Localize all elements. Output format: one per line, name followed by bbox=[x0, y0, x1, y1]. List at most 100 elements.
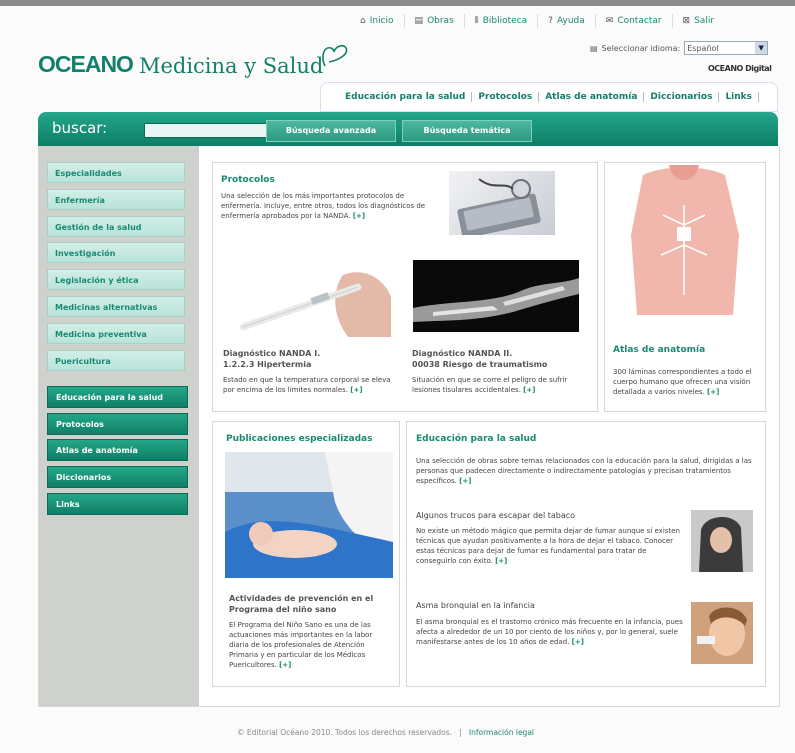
nanda1-heading: Diagnóstico NANDA I. bbox=[223, 349, 321, 358]
link-contactar[interactable]: ✉ Contactar bbox=[594, 14, 672, 28]
link-label: Salir bbox=[694, 16, 715, 26]
sidebar-item-gestion[interactable]: Gestión de la salud bbox=[47, 215, 185, 237]
language-label: Seleccionar idioma: bbox=[601, 43, 681, 53]
language-selector: ▤ Seleccionar idioma: Español ▼ bbox=[590, 41, 769, 55]
educacion-title[interactable]: Educación para la salud bbox=[416, 434, 536, 444]
nav-protocolos[interactable]: Protocolos bbox=[472, 92, 540, 102]
home-icon: ⌂ bbox=[360, 16, 366, 26]
help-icon: ? bbox=[548, 16, 553, 26]
nanda2-text: Situación en que se corre el peligro de … bbox=[412, 375, 587, 395]
search-bar: buscar: ⚲ Búsqueda avanzada Búsqueda tem… bbox=[38, 112, 778, 146]
thematic-search-button[interactable]: Búsqueda temática bbox=[402, 120, 532, 142]
logo-brand: OCEANO bbox=[38, 51, 134, 77]
link-label: Inicio bbox=[369, 16, 394, 26]
atlas-panel: Atlas de anatomía 300 láminas correspond… bbox=[604, 162, 766, 412]
more-link[interactable]: [+] bbox=[459, 477, 471, 485]
publicaciones-panel: Publicaciones especializadas Actividades… bbox=[212, 421, 400, 687]
anatomy-photo bbox=[613, 165, 755, 327]
more-link[interactable]: [+] bbox=[707, 388, 719, 396]
nav-diccionarios[interactable]: Diccionarios bbox=[644, 92, 720, 102]
atlas-title[interactable]: Atlas de anatomía bbox=[613, 345, 705, 355]
sidebar-section-educacion[interactable]: Educación para la salud bbox=[47, 386, 188, 408]
link-label: Ayuda bbox=[556, 16, 585, 26]
heart-icon bbox=[322, 44, 348, 67]
link-salir[interactable]: ⊠ Salir bbox=[671, 14, 724, 28]
link-inicio[interactable]: ⌂ Inicio bbox=[350, 14, 404, 28]
asma-desc: El asma bronquial es el trastorno crónic… bbox=[416, 618, 683, 646]
sidebar-section-diccionarios[interactable]: Diccionarios bbox=[47, 466, 188, 489]
anatomy-image bbox=[631, 165, 739, 315]
language-value: Español bbox=[687, 43, 719, 53]
more-link[interactable]: [+] bbox=[279, 661, 291, 669]
tabaco-title[interactable]: Algunos trucos para escapar del tabaco bbox=[416, 510, 676, 521]
chevron-down-icon: ▼ bbox=[755, 42, 768, 54]
link-biblioteca[interactable]: ⦀ Biblioteca bbox=[463, 14, 537, 28]
sidebar-item-enfermeria[interactable]: Enfermería bbox=[47, 188, 185, 210]
sidebar-item-medicina-preventiva[interactable]: Medicina preventiva bbox=[47, 322, 185, 344]
asma-text: El asma bronquial es el trastorno crónic… bbox=[416, 617, 684, 647]
more-link[interactable]: [+] bbox=[523, 386, 535, 394]
protocolos-text: Una selección de los más importantes pro… bbox=[221, 191, 431, 221]
library-icon: ⦀ bbox=[474, 16, 479, 26]
link-label: Biblioteca bbox=[482, 16, 528, 26]
advanced-search-button[interactable]: Búsqueda avanzada bbox=[266, 120, 396, 142]
more-link[interactable]: [+] bbox=[350, 386, 362, 394]
sidebar-item-puericultura[interactable]: Puericultura bbox=[47, 349, 185, 371]
protocolos-title[interactable]: Protocolos bbox=[221, 175, 275, 185]
specialties-list: Especialidades Enfermería Gestión de la … bbox=[47, 162, 185, 376]
educacion-panel: Educación para la salud Una selección de… bbox=[406, 421, 766, 687]
site-logo[interactable]: OCEANO Medicina y Salud bbox=[38, 40, 349, 78]
nanda1-text: Estado en que la temperatura corporal se… bbox=[223, 375, 393, 395]
xray-image bbox=[413, 278, 579, 322]
secondary-nav: Educación para la salud Protocolos Atlas… bbox=[320, 82, 778, 112]
atlas-text: 300 láminas correspondientes a todo el c… bbox=[613, 367, 761, 397]
legal-link[interactable]: Información legal bbox=[469, 728, 534, 737]
tabaco-text: No existe un método mágico que permita d… bbox=[416, 526, 684, 566]
sidebar-section-atlas[interactable]: Atlas de anatomía bbox=[47, 439, 188, 462]
exit-icon: ⊠ bbox=[682, 16, 691, 26]
nanda1-title[interactable]: Diagnóstico NANDA I. 1.2.2.3 Hipertermia bbox=[223, 348, 393, 370]
footer-separator: | bbox=[459, 728, 462, 737]
nanda2-desc: Situación en que se corre el peligro de … bbox=[412, 376, 568, 394]
search-input[interactable] bbox=[144, 123, 268, 138]
child-inhaler-photo bbox=[691, 602, 753, 664]
xray-photo bbox=[413, 260, 579, 332]
footer: © Editorial Océano 2010. Todos los derec… bbox=[237, 728, 534, 737]
child-inhaler-image bbox=[691, 602, 753, 664]
baby-image bbox=[225, 452, 393, 578]
book-icon: ▤ bbox=[414, 16, 424, 26]
link-label: Obras bbox=[427, 16, 454, 26]
nanda1-desc: Estado en que la temperatura corporal se… bbox=[223, 376, 391, 394]
protocolos-panel: Protocolos Una selección de los más impo… bbox=[212, 162, 598, 412]
sections-list: Educación para la salud Protocolos Atlas… bbox=[47, 386, 188, 519]
publicaciones-desc: El Programa del Niño Sano es una de las … bbox=[229, 621, 373, 669]
publicaciones-text: El Programa del Niño Sano es una de las … bbox=[229, 620, 393, 670]
baby-photo bbox=[225, 452, 393, 578]
nav-educacion[interactable]: Educación para la salud bbox=[339, 92, 473, 102]
more-link[interactable]: [+] bbox=[495, 557, 507, 565]
link-obras[interactable]: ▤ Obras bbox=[403, 14, 464, 28]
sidebar-item-especialidades[interactable]: Especialidades bbox=[47, 162, 185, 183]
nav-atlas[interactable]: Atlas de anatomía bbox=[539, 92, 645, 102]
nanda2-title[interactable]: Diagnóstico NANDA II. 00038 Riesgo de tra… bbox=[412, 348, 587, 370]
link-ayuda[interactable]: ? Ayuda bbox=[537, 14, 595, 28]
smoker-image bbox=[691, 510, 753, 572]
nanda2-heading: Diagnóstico NANDA II. bbox=[412, 349, 513, 358]
publicaciones-title[interactable]: Publicaciones especializadas bbox=[226, 434, 372, 444]
more-link[interactable]: [+] bbox=[353, 212, 365, 220]
sidebar-item-medicinas-alternativas[interactable]: Medicinas alternativas bbox=[47, 295, 185, 317]
asma-title[interactable]: Asma bronquial en la infancia bbox=[416, 600, 676, 611]
protocolos-desc: Una selección de los más importantes pro… bbox=[221, 192, 426, 220]
more-link[interactable]: [+] bbox=[572, 638, 584, 646]
nav-links[interactable]: Links bbox=[719, 92, 760, 102]
oceano-digital-logo[interactable]: OCEANO Digital bbox=[708, 64, 772, 73]
nanda2-sub: 00038 Riesgo de traumatismo bbox=[412, 360, 548, 369]
language-select[interactable]: Español ▼ bbox=[684, 41, 769, 55]
sidebar-section-protocolos[interactable]: Protocolos bbox=[47, 412, 188, 435]
stethoscope-photo bbox=[449, 171, 555, 235]
sidebar-item-legislacion[interactable]: Legislación y ética bbox=[47, 269, 185, 291]
sidebar-section-links[interactable]: Links bbox=[47, 492, 188, 515]
thermometer-image bbox=[239, 272, 391, 337]
sidebar-item-investigacion[interactable]: Investigación bbox=[47, 242, 185, 264]
publicaciones-subtitle[interactable]: Actividades de prevención en el Programa… bbox=[229, 593, 393, 615]
